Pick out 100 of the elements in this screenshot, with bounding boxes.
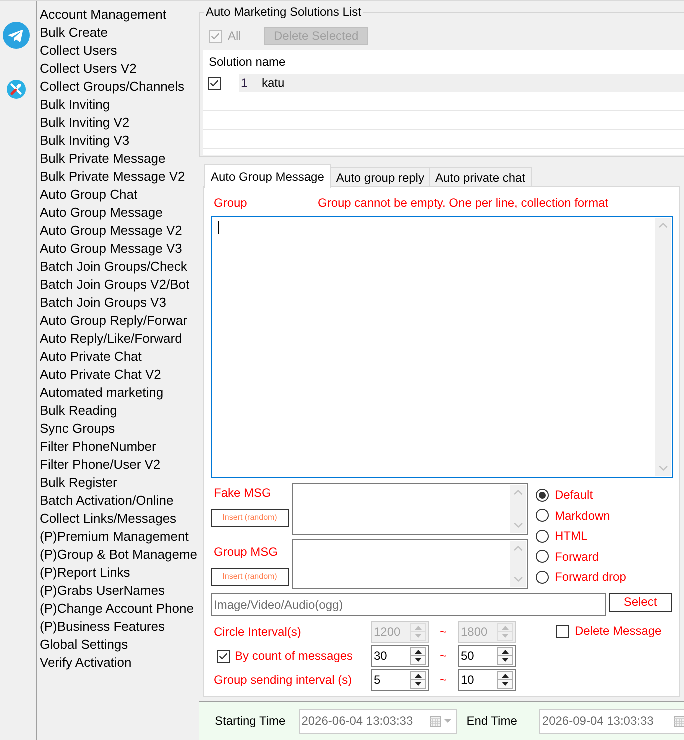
checkbox[interactable] <box>556 624 569 638</box>
sidebar-item[interactable]: Batch Join Groups V2/Bot <box>40 276 190 294</box>
sidebar-item[interactable]: Auto Private Chat <box>40 348 142 366</box>
checkbox[interactable] <box>217 650 230 662</box>
sidebar-item[interactable]: Collect Users <box>40 42 118 60</box>
spin-up-button[interactable] <box>497 671 513 680</box>
sidebar-item[interactable]: Bulk Private Message V2 <box>40 168 186 186</box>
spin-box[interactable]: 10 <box>458 669 516 691</box>
sidebar-item[interactable]: Automated marketing <box>40 384 164 402</box>
checkbox[interactable] <box>208 76 221 90</box>
spin-down-button[interactable] <box>497 656 513 665</box>
group-box-title: Auto Marketing Solutions List <box>205 4 362 20</box>
sidebar-item[interactable]: Collect Groups/Channels <box>40 78 185 96</box>
checkmark-icon <box>219 652 228 660</box>
message-text-area[interactable] <box>292 539 528 589</box>
select-button[interactable]: Select <box>609 593 672 612</box>
media-path-field[interactable]: Image/Video/Audio(ogg) <box>211 593 606 616</box>
sidebar-item[interactable]: Auto Private Chat V2 <box>40 366 162 384</box>
checkbox-label: All <box>228 28 242 45</box>
tab[interactable]: Auto private chat <box>430 167 532 187</box>
sidebar-item[interactable]: Account Management <box>40 6 166 24</box>
spin-up-button[interactable] <box>410 671 426 680</box>
radio-button[interactable] <box>536 530 549 543</box>
sidebar-item[interactable]: Bulk Private Message <box>40 150 166 168</box>
spin-up-button[interactable] <box>497 647 513 656</box>
table-cell-text: katu <box>262 75 285 92</box>
radio-label: Forward <box>555 548 600 566</box>
checkmark-icon <box>211 32 220 40</box>
field-label: Fake MSG <box>214 486 272 500</box>
triangle-down-icon <box>414 658 422 662</box>
message-text-area[interactable] <box>292 483 528 535</box>
spin-down-button[interactable] <box>410 680 426 689</box>
sidebar-item[interactable]: Filter Phone/User V2 <box>40 456 161 474</box>
sidebar-item[interactable]: (P)Grabs UserNames <box>40 582 165 600</box>
radio-button[interactable] <box>536 570 549 584</box>
tools-icon[interactable] <box>7 80 26 99</box>
radio-button[interactable] <box>536 550 549 564</box>
radio-button[interactable] <box>536 488 549 502</box>
sidebar-item[interactable]: Bulk Reading <box>40 402 118 420</box>
spin-box[interactable]: 30 <box>371 645 429 667</box>
sidebar-item[interactable]: (P)Group & Bot Manageme <box>40 546 198 564</box>
paper-plane-icon[interactable] <box>3 22 30 49</box>
field-label: End Time <box>466 713 518 730</box>
radio-label: HTML <box>555 528 588 546</box>
sidebar-item[interactable]: Bulk Inviting <box>40 96 110 114</box>
sidebar-item[interactable]: Collect Users V2 <box>40 60 137 78</box>
column-header: Solution name <box>209 54 286 71</box>
triangle-down-icon <box>502 682 508 686</box>
sidebar-item[interactable]: Batch Activation/Online <box>40 492 174 510</box>
field-label: Group <box>214 196 248 210</box>
radio-label: Markdown <box>555 508 610 525</box>
sidebar-item[interactable]: Bulk Create <box>40 24 108 42</box>
sidebar-item[interactable]: Global Settings <box>40 636 128 654</box>
radio-button[interactable] <box>536 509 549 522</box>
tab[interactable]: Auto group reply <box>331 167 430 187</box>
sidebar-item[interactable]: Batch Join Groups/Check <box>40 258 188 276</box>
triangle-up-icon <box>502 674 508 678</box>
triangle-down-icon <box>414 634 422 638</box>
sidebar-item[interactable]: (P)Business Features <box>40 618 165 636</box>
range-separator: ~ <box>440 624 447 641</box>
sidebar-item[interactable]: Sync Groups <box>40 420 116 438</box>
triangle-up-icon <box>414 650 422 654</box>
hint-text: Group cannot be empty. One per line, collection format <box>318 196 609 210</box>
spin-down-button[interactable] <box>410 656 426 665</box>
spin-up-button[interactable] <box>410 647 426 656</box>
sidebar-item[interactable]: Bulk Inviting V3 <box>40 132 130 150</box>
triangle-down-icon <box>502 634 508 638</box>
tab[interactable]: Auto Group Message <box>204 164 332 188</box>
row-background[interactable]: 1 katu <box>239 74 684 92</box>
sidebar-item[interactable]: Auto Group Message V2 <box>40 222 182 240</box>
sidebar-item[interactable]: Batch Join Groups V3 <box>40 294 166 312</box>
sidebar-item[interactable]: (P)Premium Management <box>40 528 189 546</box>
sidebar-item[interactable]: Auto Group Reply/Forwar <box>40 312 188 330</box>
sidebar-item[interactable]: Auto Group Chat <box>40 186 138 204</box>
sidebar-item[interactable]: Auto Group Message <box>40 204 163 222</box>
spin-down-button[interactable] <box>497 680 513 689</box>
sidebar-item[interactable]: Bulk Register <box>40 474 118 492</box>
sidebar-item[interactable]: Auto Group Message V3 <box>40 240 182 258</box>
field-label: Circle Interval(s) <box>214 624 302 641</box>
field-label: Group MSG <box>214 545 278 559</box>
radio-label: Default <box>555 487 594 504</box>
sidebar-item[interactable]: (P)Change Account Phone <box>40 600 194 618</box>
field-label: Group sending interval (s) <box>214 672 352 689</box>
field-label: Starting Time <box>215 713 286 730</box>
sidebar-item[interactable]: Filter PhoneNumber <box>40 438 156 456</box>
checkbox-label: Delete Message <box>575 623 662 640</box>
sidebar-item[interactable]: Bulk Inviting V2 <box>40 114 130 132</box>
radio-label: Forward drop <box>555 569 626 586</box>
sidebar-item[interactable]: (P)Report Links <box>40 564 130 582</box>
triangle-up-icon <box>502 650 508 654</box>
triangle-up-icon <box>414 674 422 678</box>
sidebar-item[interactable]: Auto Reply/Like/Forward <box>40 330 182 348</box>
spin-box[interactable]: 50 <box>458 645 516 667</box>
spin-box[interactable]: 5 <box>371 669 429 691</box>
triangle-down-icon <box>414 682 422 686</box>
checkbox-label: By count of messages <box>235 648 354 665</box>
sidebar-item[interactable]: Collect Links/Messages <box>40 510 177 528</box>
triangle-down-icon <box>502 658 508 662</box>
sidebar-item[interactable]: Verify Activation <box>40 654 132 672</box>
range-separator: ~ <box>440 672 447 689</box>
